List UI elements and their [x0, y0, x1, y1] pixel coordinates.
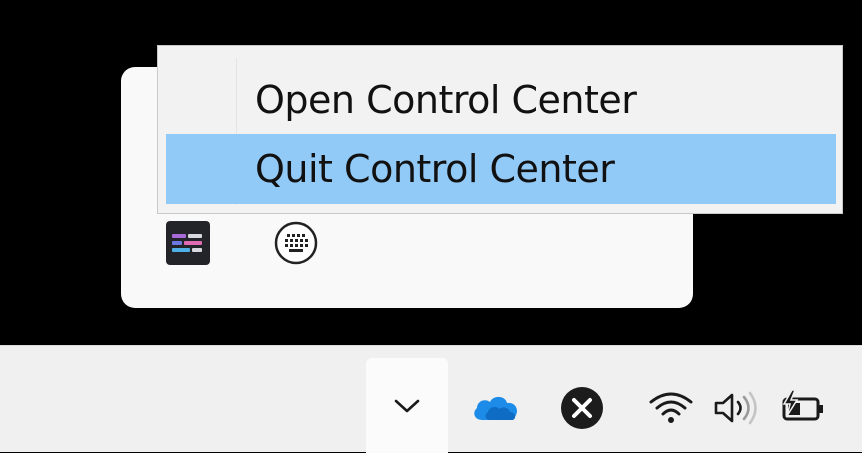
menu-item-quit-control-center[interactable]: Quit Control Center [166, 134, 836, 204]
battery-button[interactable] [778, 388, 828, 428]
onedrive-icon [474, 396, 517, 420]
show-hidden-icons-button[interactable] [366, 358, 448, 453]
menu-item-label: Open Control Center [255, 78, 637, 122]
close-app-tray-button[interactable] [560, 386, 604, 430]
volume-button[interactable] [712, 390, 760, 426]
keyboard-tray-icon[interactable] [273, 220, 319, 266]
close-circle-icon [561, 387, 603, 429]
chevron-down-icon [394, 399, 420, 412]
context-menu: Open Control Center Quit Control Center [157, 45, 843, 214]
menu-item-open-control-center[interactable]: Open Control Center [166, 65, 836, 135]
volume-icon [714, 391, 757, 425]
keyboard-icon [274, 221, 318, 265]
battery-charging-icon [782, 389, 823, 421]
control-center-icon [166, 221, 210, 265]
control-center-tray-icon[interactable] [165, 220, 211, 266]
menu-item-label: Quit Control Center [255, 147, 615, 191]
taskbar [0, 345, 862, 453]
network-button[interactable] [648, 390, 694, 426]
onedrive-tray-button[interactable] [470, 390, 520, 426]
wifi-icon [649, 392, 693, 423]
